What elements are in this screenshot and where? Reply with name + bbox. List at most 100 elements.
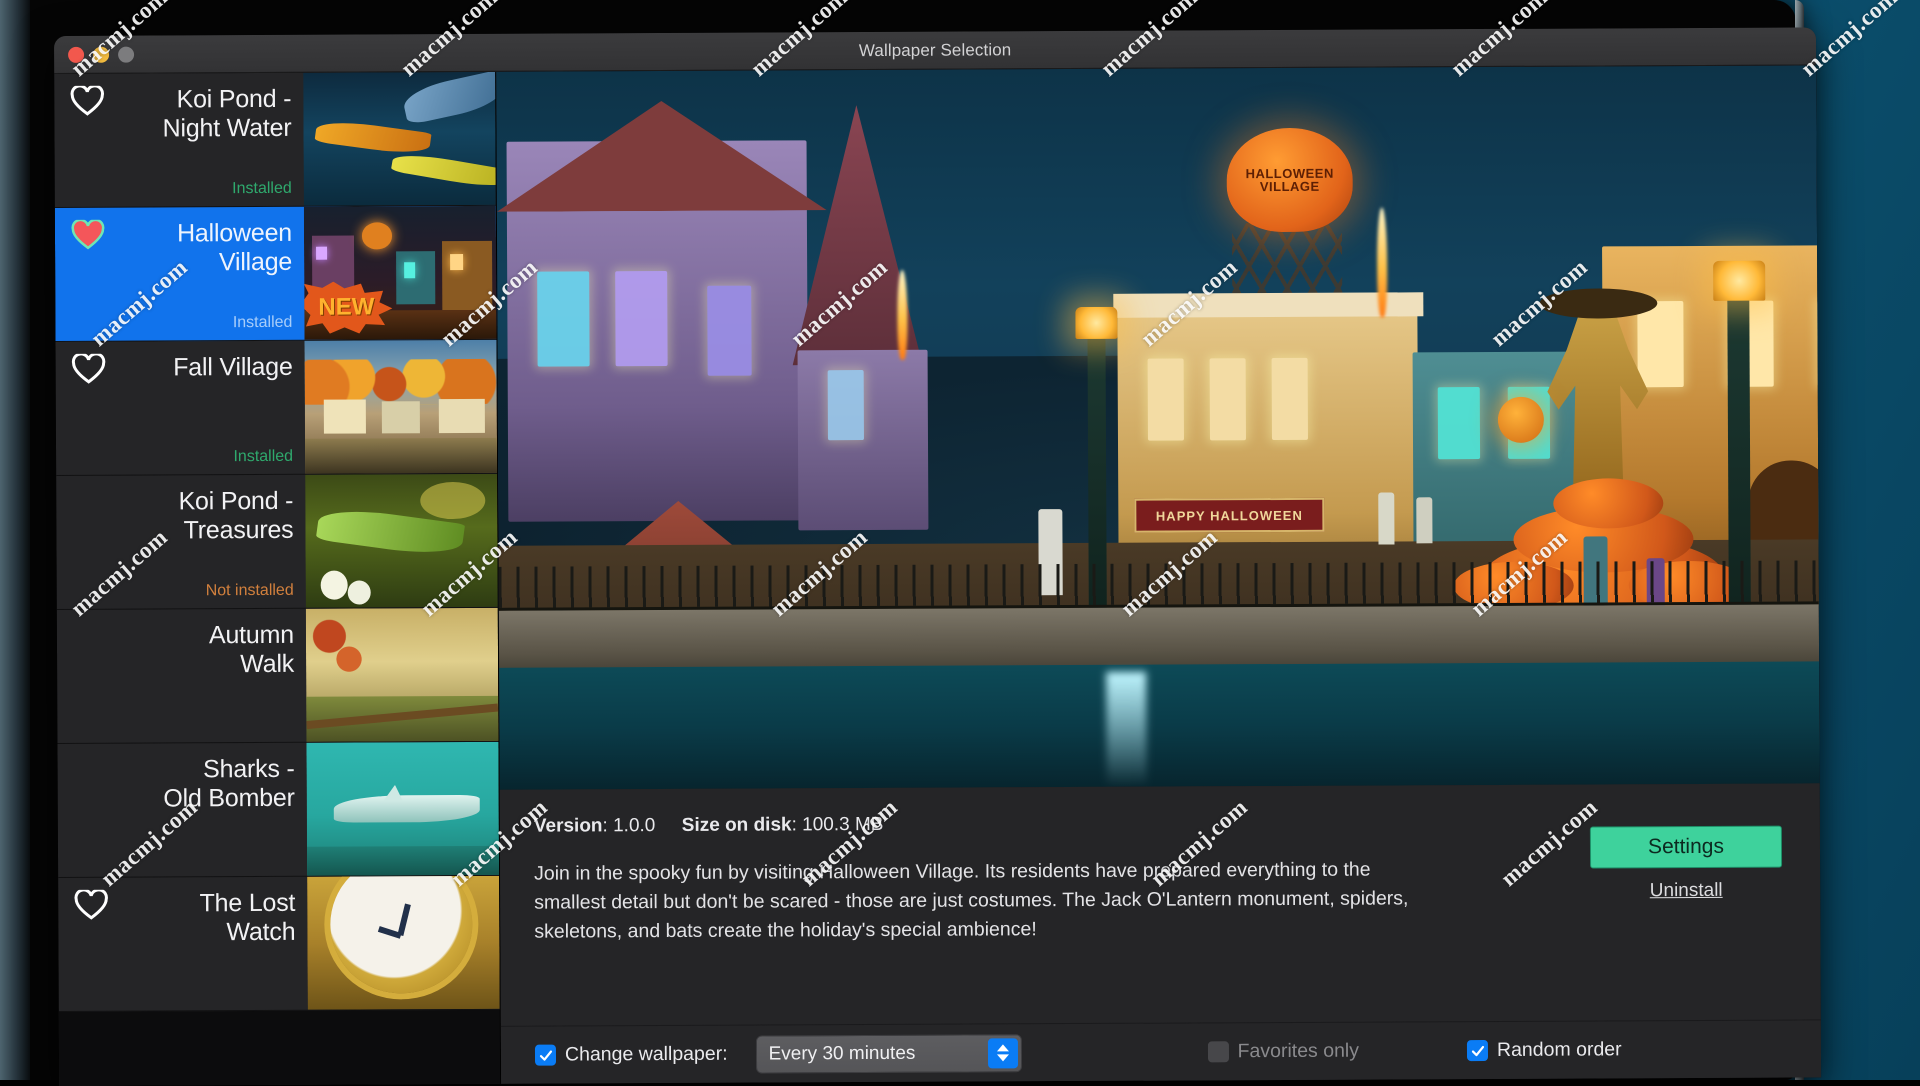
thumbnail-image [306,742,499,876]
wallpaper-selection-window: Wallpaper Selection Koi Pond - Night Wat… [54,27,1821,1086]
list-item[interactable]: Autumn Walk [57,608,499,744]
version-value: 1.0.0 [613,815,655,836]
preview-window [1637,301,1683,387]
preview-window [1210,358,1246,440]
list-item[interactable]: Fall Village Installed [55,340,497,476]
list-item-meta: Sharks - Old Bomber [57,743,307,877]
favorites-only-label: Favorites only [1238,1040,1360,1064]
check-icon [1470,1044,1484,1058]
heart-icon[interactable] [70,86,104,116]
preview-window [537,271,589,366]
preview-sign-text: HALLOWEEN VILLAGE [1226,128,1353,233]
heart-icon[interactable] [74,890,108,920]
list-item-meta: Koi Pond - Treasures Not installed [56,475,306,609]
minimize-button-icon[interactable] [93,46,109,62]
stepper-icon[interactable] [988,1038,1018,1068]
interval-value: Every 30 minutes [769,1042,916,1065]
preview-lamp-glow [1713,261,1765,301]
settings-button[interactable]: Settings [1590,826,1782,869]
action-group: Settings Uninstall [1590,826,1782,903]
preview-window [1148,358,1184,440]
thumbnail-image [305,474,498,608]
version-colon: : [602,815,613,836]
change-wallpaper-label: Change wallpaper: [565,1043,728,1067]
size-label: Size on disk [682,814,792,836]
preview-railing [499,561,1819,611]
detail-pane: HALLOWEEN VILLAGE HAPPY HALLOWEEN [496,65,1821,1083]
thumbnail[interactable] [307,876,500,1010]
heart-icon[interactable] [72,354,106,384]
thumbnail[interactable] [305,474,498,608]
preview-person [1416,497,1432,543]
preview-window [1272,358,1308,440]
thumbnail-image [304,340,497,474]
favorites-only-group: Favorites only [1208,1040,1360,1064]
list-item-title: Autumn Walk [67,621,294,680]
change-wallpaper-checkbox[interactable] [535,1045,556,1066]
install-status: Installed [65,180,292,199]
preview-window [828,370,864,440]
size-colon: : [792,814,803,835]
size-value: 100.3 MB [802,814,883,835]
thumbnail[interactable] [306,608,499,742]
preview-lamp-glow [1075,307,1117,339]
preview-water-reflection [1106,672,1147,787]
thumbnail[interactable] [306,742,499,876]
wallpaper-list[interactable]: Koi Pond - Night Water Installed [54,72,501,1086]
list-item-selected[interactable]: Halloween Village Installed [55,206,497,342]
preview-window [615,271,667,366]
thumbnail[interactable] [304,340,497,474]
preview-pumpkin-sign: HALLOWEEN VILLAGE [1226,128,1353,233]
install-status [69,1002,296,1003]
check-icon [538,1048,552,1062]
list-item[interactable]: Koi Pond - Night Water Installed [54,72,496,208]
thumbnail-image [306,608,499,742]
close-button-icon[interactable] [68,46,84,62]
preview-jack-o-lantern [1498,397,1544,443]
install-status: Installed [65,314,292,333]
bottom-toolbar: Change wallpaper: Every 30 minutes Favor… [501,1019,1821,1083]
preview-pumpkin-pile [1553,478,1663,529]
list-item-meta: The Lost Watch [58,877,308,1011]
interval-select[interactable]: Every 30 minutes [756,1034,1022,1073]
preview-window [1438,387,1480,459]
install-status [67,734,294,735]
random-order-label: Random order [1497,1038,1622,1062]
list-item-meta: Autumn Walk [57,609,307,743]
uninstall-link[interactable]: Uninstall [1650,880,1723,902]
random-order-group[interactable]: Random order [1467,1038,1622,1062]
thumbnail-image [307,876,500,1010]
desktop-background: Wallpaper Selection Koi Pond - Night Wat… [0,0,1920,1080]
wallpaper-info: Version: 1.0.0 Size on disk: 100.3 MB Jo… [500,783,1821,1025]
chevron-up-icon [997,1044,1009,1051]
traffic-light-group [68,46,134,62]
install-status [68,868,295,869]
install-status: Not installed [67,582,294,601]
preview-shop-sign: HAPPY HALLOWEEN [1134,498,1324,533]
wallpaper-description: Join in the spooky fun by visiting Hallo… [534,855,1434,946]
list-item[interactable]: Koi Pond - Treasures Not installed [56,474,498,610]
random-order-checkbox[interactable] [1467,1040,1488,1061]
preview-window [1817,300,1819,386]
thumbnail[interactable]: NEW [304,206,497,340]
version-label: Version [534,815,603,836]
list-item-title: Sharks - Old Bomber [68,755,295,814]
install-status: Installed [66,448,293,467]
chevron-down-icon [997,1054,1009,1061]
laptop-left-edge [0,0,30,1080]
favorites-only-checkbox [1208,1041,1229,1062]
preview-window [707,286,751,376]
list-item[interactable]: Sharks - Old Bomber [57,742,499,878]
thumbnail[interactable] [303,72,496,206]
heart-icon-filled[interactable] [71,220,105,250]
wallpaper-preview[interactable]: HALLOWEEN VILLAGE HAPPY HALLOWEEN [496,65,1819,789]
window-body: Koi Pond - Night Water Installed [54,65,1821,1086]
zoom-button-icon[interactable] [118,46,134,62]
thumbnail-image [303,72,496,206]
list-item-meta: Koi Pond - Night Water Installed [54,73,304,207]
list-item-meta: Fall Village Installed [55,341,305,475]
window-title: Wallpaper Selection [54,36,1816,65]
change-wallpaper-group[interactable]: Change wallpaper: [535,1043,728,1067]
list-item[interactable]: The Lost Watch [58,876,500,1012]
preview-person [1378,492,1394,544]
